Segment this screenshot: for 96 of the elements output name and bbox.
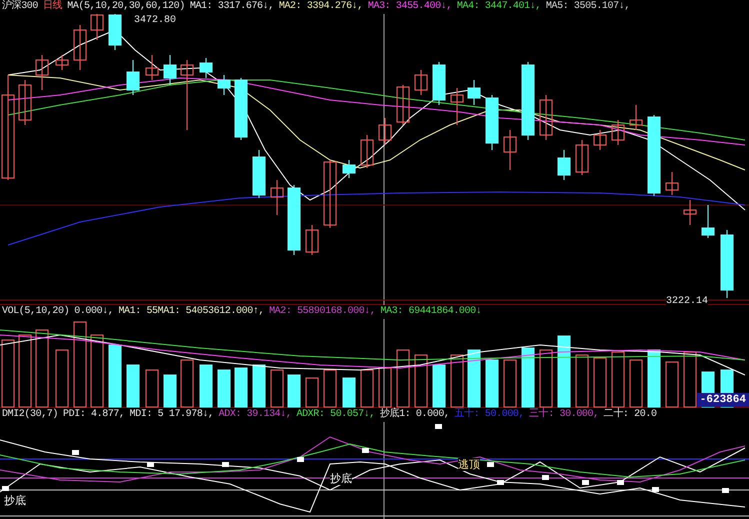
candlestick	[378, 118, 392, 146]
candlestick	[450, 88, 464, 126]
candlestick	[126, 60, 140, 96]
volume-bar	[540, 350, 552, 408]
candlestick	[540, 94, 552, 140]
legend-text: MA3: 69441864.000↓	[380, 305, 482, 319]
volume-bar	[432, 364, 446, 408]
candlestick	[234, 78, 248, 140]
volume-bar	[270, 370, 284, 408]
candlestick	[218, 74, 230, 96]
candlestick	[164, 54, 176, 86]
candlestick	[306, 224, 318, 256]
volume-bar	[218, 370, 230, 408]
volume-bar	[56, 350, 68, 408]
signal-marker	[72, 450, 79, 455]
signal-marker	[487, 462, 494, 467]
volume-bar	[288, 374, 300, 408]
volume-bar	[234, 368, 248, 408]
candlestick	[270, 180, 284, 216]
candlestick	[146, 54, 158, 80]
candlestick	[414, 70, 428, 96]
candlestick	[74, 24, 86, 70]
volume-bar	[666, 362, 678, 408]
candlestick	[486, 94, 498, 150]
legend-text: 抄底1: 0.000,	[380, 408, 450, 422]
volume-bar	[164, 374, 176, 408]
high-price-label: 3472.80	[134, 15, 176, 27]
signal-marker	[582, 480, 589, 485]
volume-bar	[522, 348, 534, 408]
candlestick	[576, 140, 588, 176]
candlestick	[180, 60, 194, 130]
signal-marker	[362, 448, 369, 453]
low-price-label: 3222.14	[666, 296, 708, 308]
candlestick	[200, 58, 212, 78]
candlestick	[360, 134, 374, 168]
candlestick	[630, 104, 642, 130]
candlestick	[396, 84, 410, 126]
volume-bar	[342, 378, 356, 408]
signal-marker	[497, 480, 504, 485]
volume-bar	[360, 370, 374, 408]
signal-marker	[435, 424, 442, 429]
volume-bar	[200, 364, 212, 408]
volume-bar	[450, 354, 464, 408]
candlestick	[504, 130, 516, 170]
volume-bar	[684, 352, 696, 408]
volume-bar	[306, 378, 318, 408]
volume-bar	[146, 370, 158, 408]
signal-marker	[2, 486, 9, 491]
volume-bar	[648, 350, 660, 408]
candlestick	[558, 150, 570, 180]
candlestick	[432, 62, 446, 106]
candlestick	[666, 172, 678, 196]
candlestick	[702, 204, 714, 238]
volume-bar	[108, 344, 122, 408]
volume-bar	[504, 360, 516, 408]
candlestick	[56, 54, 68, 70]
signal-label: 抄底	[4, 494, 26, 507]
signal-marker	[617, 480, 624, 485]
legend-text: MA3: 3455.400↓,	[368, 0, 452, 14]
volume-bar	[180, 360, 194, 408]
volume-bar	[252, 364, 266, 408]
candlestick	[324, 160, 336, 228]
candlestick	[468, 80, 480, 106]
signal-marker	[297, 457, 304, 462]
candlestick	[252, 150, 266, 198]
candlestick	[108, 12, 122, 50]
candlestick	[684, 200, 696, 226]
volume-bar	[594, 358, 606, 408]
volume-bar	[486, 360, 498, 408]
candlestick	[612, 120, 624, 146]
signal-marker	[542, 475, 549, 480]
volume-bar	[2, 340, 14, 408]
candlestick	[36, 54, 48, 90]
candlestick	[594, 130, 606, 150]
signal-marker	[652, 487, 659, 492]
volume-bar	[324, 370, 336, 408]
signal-label: 抄底	[330, 472, 352, 485]
volume-bar	[126, 364, 140, 408]
volume-bar	[414, 354, 428, 408]
signal-marker	[722, 488, 729, 493]
legend-text: MA(5,10,20,30,60,120)	[67, 0, 185, 14]
volume-bar	[558, 336, 570, 408]
volume-bar	[630, 360, 642, 408]
candlestick	[720, 230, 734, 298]
signal-marker	[222, 462, 229, 467]
signal-label: 逃顶	[458, 458, 480, 471]
candlestick	[18, 80, 32, 126]
volume-bar	[468, 350, 480, 408]
candlestick	[342, 160, 356, 178]
volume-bar	[612, 352, 624, 408]
candlestick	[288, 184, 300, 256]
volume-bar	[396, 350, 410, 408]
volume-reading: -623864	[696, 393, 749, 407]
volume-bar	[378, 368, 392, 408]
volume-bar	[576, 354, 588, 408]
signal-marker	[147, 462, 154, 467]
